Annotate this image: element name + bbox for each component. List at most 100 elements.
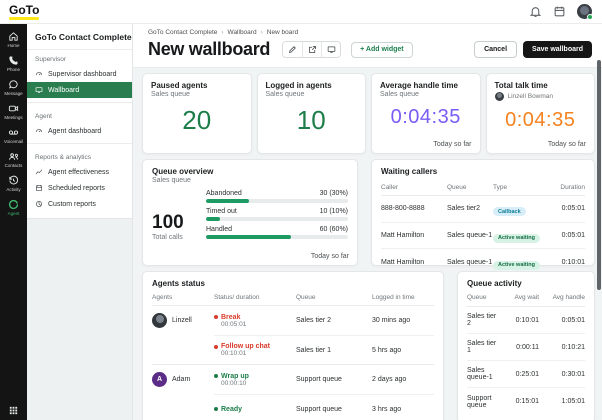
app-rail: Home Phone Message Meetings Voicemail Co… <box>0 24 27 420</box>
status-dot <box>214 344 218 349</box>
status-dot <box>214 407 218 411</box>
waiting-callers-header: Caller Queue Type Duration <box>381 181 585 196</box>
vertical-scrollbar[interactable] <box>597 60 601 290</box>
breadcrumb-separator: › <box>221 29 224 36</box>
bar-timed-out: Timed out 10 (10%) <box>206 208 348 221</box>
logged-in-agents-value: 10 <box>296 105 326 135</box>
avg-handle-time-value: 0:04:35 <box>390 106 461 128</box>
gauge-icon <box>35 127 43 135</box>
avatar <box>494 92 504 101</box>
rail-item-phone[interactable]: Phone <box>0 52 27 76</box>
calendar-icon <box>35 184 43 192</box>
sidebar-item-supervisor-dashboard[interactable]: Supervisor dashboard <box>27 66 132 82</box>
section-label-agent: Agent <box>35 113 52 120</box>
table-row: Matt Hamilton Sales queue-1 Active waiti… <box>381 223 585 249</box>
breadcrumb-wallboard[interactable]: Wallboard <box>228 29 257 36</box>
divider <box>27 143 132 144</box>
add-widget-button[interactable]: + Add widget <box>351 41 413 58</box>
sidebar-title: GoTo Contact Complete <box>27 24 132 50</box>
voicemail-icon <box>8 127 19 138</box>
status-dot <box>214 374 218 378</box>
status-badge: Active waiting <box>493 233 540 243</box>
table-row: 888-800-8888 Sales tier2 Callback 0:05:0… <box>381 196 585 223</box>
sidebar-item-custom-reports[interactable]: Custom reports <box>27 196 132 212</box>
line-chart-icon <box>35 168 43 176</box>
status-dot <box>214 315 218 319</box>
widget-total-talk-time[interactable]: Total talk time Linzell Bowman 0:04:35 T… <box>485 73 595 154</box>
table-row: Follow up chat 00:10:01 Sales tier 1 5 h… <box>214 335 434 364</box>
rail-item-home[interactable]: Home <box>0 28 27 52</box>
rail-item-activity[interactable]: Activity <box>0 172 27 196</box>
paused-agents-value: 20 <box>182 105 212 135</box>
wallboard-canvas: Paused agents Sales queue 20 Logged in a… <box>133 68 602 420</box>
meetings-icon <box>8 103 19 114</box>
breadcrumb-app[interactable]: GoTo Contact Complete <box>148 29 217 36</box>
main-area: GoTo Contact Complete › Wallboard › New … <box>133 24 602 420</box>
share-export-icon[interactable] <box>302 42 322 57</box>
top-bar: GoTo <box>0 0 602 24</box>
agent-group-adam: A Adam Wrap up 00:00:10 Support queue 2 … <box>152 364 434 420</box>
table-row: Break 00:05:01 Sales tier 2 30 mins ago <box>214 306 434 335</box>
activity-icon <box>8 175 19 186</box>
avatar <box>152 313 167 328</box>
sidebar-item-scheduled-reports[interactable]: Scheduled reports <box>27 180 132 196</box>
widget-logged-in-agents[interactable]: Logged in agents Sales queue 10 <box>256 73 366 154</box>
cancel-button[interactable]: Cancel <box>474 41 518 58</box>
user-avatar[interactable] <box>577 4 593 20</box>
present-display-icon[interactable] <box>321 42 341 57</box>
section-label-reports: Reports & analytics <box>35 154 91 161</box>
apps-grid-icon[interactable] <box>8 403 19 415</box>
rail-item-meetings[interactable]: Meetings <box>0 100 27 124</box>
sidebar-item-agent-effectiveness[interactable]: Agent effectiveness <box>27 164 132 180</box>
sidebar-item-wallboard[interactable]: Wallboard <box>27 82 132 98</box>
notification-bell-icon[interactable] <box>529 5 542 18</box>
widget-average-handle-time[interactable]: Average handle time Sales queue 0:04:35 … <box>371 73 481 154</box>
table-row: Wrap up 00:00:10 Support queue 2 days ag… <box>214 365 434 394</box>
section-label-supervisor: Supervisor <box>35 56 67 63</box>
bar-handled: Handled 60 (60%) <box>206 226 348 239</box>
save-wallboard-button[interactable]: Save wallboard <box>523 41 592 58</box>
rail-item-contacts[interactable]: Contacts <box>0 148 27 172</box>
sidebar-item-agent-dashboard[interactable]: Agent dashboard <box>27 123 132 139</box>
calendar-icon[interactable] <box>553 5 566 18</box>
page-title: New wallboard <box>148 39 271 59</box>
breadcrumb-new-board[interactable]: New board <box>267 29 298 36</box>
contacts-icon <box>8 151 19 162</box>
title-tools <box>282 41 342 58</box>
presence-dot <box>587 14 593 20</box>
app-window: GoTo Home Phone Message Meetings Voicema… <box>0 0 602 420</box>
page-header: New wallboard + Add widget Cancel Save w <box>133 38 602 68</box>
table-row: Sales tier 2 0:10:01 0:05:01 <box>467 307 585 334</box>
pie-chart-icon <box>35 200 43 208</box>
widget-paused-agents[interactable]: Paused agents Sales queue 20 <box>142 73 252 154</box>
table-row: Ready Support queue 3 hrs ago <box>214 394 434 420</box>
table-row: Sales queue-1 0:25:01 0:30:01 <box>467 361 585 388</box>
total-calls-value: 100 <box>152 212 184 233</box>
total-talk-time-value: 0:04:35 <box>505 109 576 131</box>
home-icon <box>8 31 19 42</box>
agent-group-linzell: Linzell Break 00:05:01 Sales tier 2 30 m… <box>152 306 434 364</box>
rail-item-agent[interactable]: Agent <box>0 196 27 220</box>
table-row: Sales tier 1 0:00:11 0:10:21 <box>467 334 585 361</box>
phone-icon <box>8 55 19 66</box>
status-badge: Callback <box>493 207 526 217</box>
sidebar: GoTo Contact Complete Supervisor Supervi… <box>27 24 133 420</box>
breadcrumb-separator: › <box>260 29 263 36</box>
widget-queue-overview[interactable]: Queue overview Sales queue 100 Total cal… <box>142 159 358 266</box>
gauge-icon <box>35 70 43 78</box>
breadcrumb: GoTo Contact Complete › Wallboard › New … <box>133 24 602 38</box>
edit-pencil-icon[interactable] <box>283 42 303 57</box>
avatar: A <box>152 372 167 387</box>
bar-abandoned: Abandoned 30 (30%) <box>206 190 348 203</box>
status-badge: Active waiting <box>493 260 540 270</box>
rail-item-message[interactable]: Message <box>0 76 27 100</box>
widget-agents-status[interactable]: Agents status Agents Status/ duration Qu… <box>142 271 444 420</box>
goto-logo: GoTo <box>9 3 39 20</box>
table-row: Support queue 0:15:01 1:05:01 <box>467 394 585 409</box>
widget-waiting-callers[interactable]: Waiting callers Caller Queue Type Durati… <box>371 159 595 270</box>
agent-icon <box>8 199 19 210</box>
wallboard-monitor-icon <box>35 86 43 94</box>
queue-activity-header: Queue Avg wait Avg handle <box>467 288 585 307</box>
widget-queue-activity[interactable]: Queue activity Queue Avg wait Avg handle… <box>457 271 595 420</box>
rail-item-voicemail[interactable]: Voicemail <box>0 124 27 148</box>
